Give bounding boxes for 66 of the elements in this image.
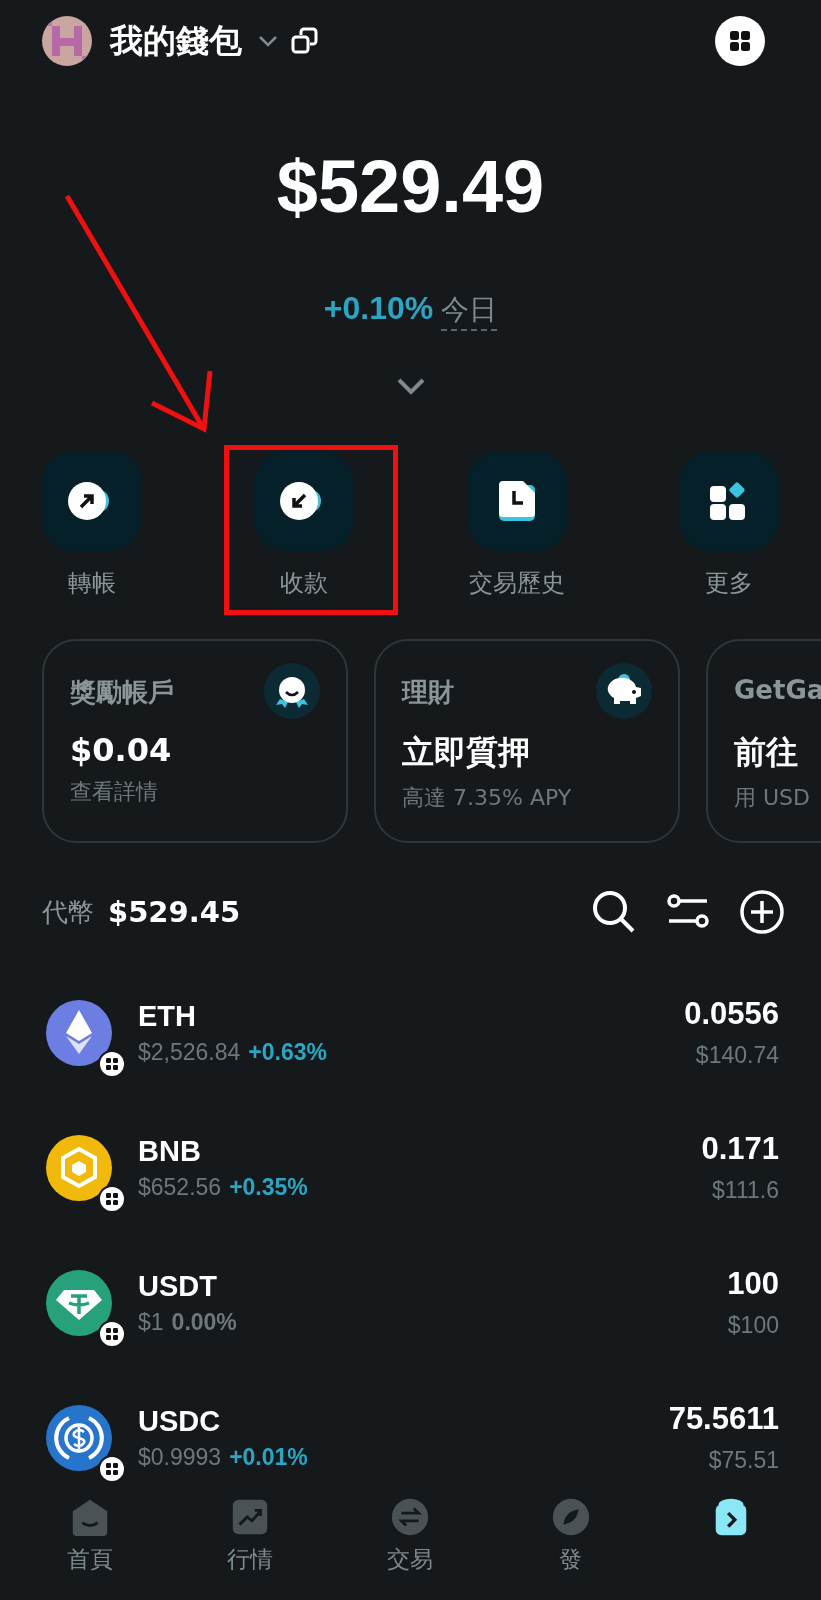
token-amount: 0.0556	[684, 996, 779, 1032]
smiley-icon	[264, 663, 320, 719]
apps-icon[interactable]	[715, 16, 765, 66]
price-change: +0.35%	[229, 1173, 308, 1201]
token-price: $2,526.84	[138, 1038, 241, 1066]
action-label: 更多	[705, 568, 753, 599]
price-change: 0.00%	[171, 1308, 237, 1336]
card-subtitle: 高達 7.35% APY	[402, 784, 573, 812]
card-subtitle: 用 USD	[734, 784, 811, 812]
promo-card[interactable]: 理財 立即質押 高達 7.35% APY	[374, 639, 680, 843]
action-button[interactable]	[42, 451, 142, 551]
token-price: $0.9993	[138, 1443, 222, 1471]
card-value: 前往	[734, 732, 799, 773]
token-amount: 100	[727, 1266, 779, 1302]
chain-badge-icon	[98, 1454, 126, 1483]
token-logo-icon	[44, 1402, 114, 1473]
token-amount: 0.171	[701, 1131, 779, 1167]
balance-amount: $529.49	[275, 144, 546, 230]
token-price: $1	[138, 1308, 164, 1336]
add-icon[interactable]	[739, 889, 785, 935]
token-value: $140.74	[695, 1042, 779, 1069]
price-change: +0.63%	[248, 1038, 327, 1066]
token-symbol: ETH	[138, 999, 197, 1033]
clock-document-icon	[496, 479, 537, 523]
promo-card[interactable]: 獎勵帳戶 $0.04 查看詳情	[42, 639, 348, 843]
token-value: $100	[727, 1312, 779, 1339]
piggy-bank-icon	[596, 663, 652, 719]
chevron-down-icon[interactable]	[258, 35, 278, 47]
token-amount: 75.5611	[668, 1401, 779, 1437]
action-label: 交易歷史	[468, 568, 565, 599]
chain-badge-icon	[98, 1319, 126, 1348]
action-label: 轉帳	[68, 568, 116, 599]
tokens-label: 代幣	[42, 895, 94, 929]
search-icon[interactable]	[591, 889, 637, 935]
token-symbol: USDC	[138, 1404, 222, 1438]
token-symbol: BNB	[138, 1134, 202, 1168]
balance-change: +0.10%	[323, 290, 434, 327]
chevron-down-icon[interactable]	[395, 377, 426, 395]
token-logo-icon	[44, 997, 114, 1068]
token-price: $652.56	[138, 1173, 222, 1201]
price-change: +0.01%	[229, 1443, 308, 1471]
tokens-total: $529.45	[108, 895, 241, 929]
token-value: $111.6	[712, 1177, 779, 1204]
nav-tab[interactable]: 發	[510, 1490, 631, 1600]
card-title: 理財	[402, 676, 454, 709]
card-value: 立即質押	[402, 732, 531, 773]
wallet-name[interactable]: 我的錢包	[110, 18, 242, 64]
token-value: $75.51	[708, 1447, 779, 1474]
card-title: 獎勵帳戶	[70, 676, 174, 709]
chain-badge-icon	[98, 1184, 126, 1213]
token-logo-icon	[44, 1267, 114, 1338]
chain-badge-icon	[98, 1049, 126, 1078]
card-value: $0.04	[70, 731, 173, 769]
copy-icon[interactable]	[290, 26, 320, 56]
action-button[interactable]	[254, 451, 355, 551]
token-symbol: USDT	[138, 1269, 218, 1303]
nav-tab[interactable]: 交易	[350, 1490, 471, 1600]
token-logo-icon	[44, 1132, 114, 1203]
avatar-icon[interactable]	[42, 16, 92, 66]
nav-tab[interactable]: 首頁	[30, 1490, 151, 1600]
action-button[interactable]	[466, 451, 567, 551]
card-subtitle: 查看詳情	[70, 778, 159, 806]
period-label[interactable]: 今日	[441, 291, 498, 331]
action-label: 收款	[280, 568, 329, 599]
nav-tab[interactable]: 行情	[190, 1490, 311, 1600]
action-button[interactable]	[679, 451, 779, 551]
